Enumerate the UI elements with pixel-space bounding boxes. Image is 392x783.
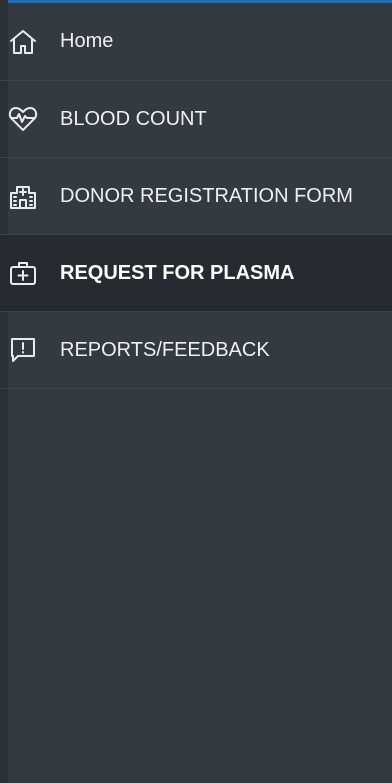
sidebar-item-donor-registration[interactable]: DONOR REGISTRATION FORM [0,158,392,235]
home-icon [6,27,40,57]
sidebar-item-reports-feedback[interactable]: REPORTS/FEEDBACK [0,312,392,389]
sidebar-item-request-plasma[interactable]: REQUEST FOR PLASMA [0,235,392,312]
feedback-icon [6,335,40,365]
sidebar-item-blood-count[interactable]: BLOOD COUNT [0,81,392,158]
hospital-icon [6,181,40,211]
sidebar-item-label: BLOOD COUNT [60,107,207,130]
sidebar-item-home[interactable]: Home [0,3,392,81]
sidebar-nav: Home BLOOD COUNT DONOR REGISTRATION FORM… [0,0,392,783]
sidebar-item-label: Home [60,30,114,52]
sidebar-menu: Home BLOOD COUNT DONOR REGISTRATION FORM… [0,3,392,389]
sidebar-item-label: REPORTS/FEEDBACK [60,338,270,361]
sidebar-item-label: REQUEST FOR PLASMA [60,261,295,284]
sidebar-item-label: DONOR REGISTRATION FORM [60,184,353,207]
medkit-icon [6,258,40,288]
heartbeat-icon [6,104,40,134]
